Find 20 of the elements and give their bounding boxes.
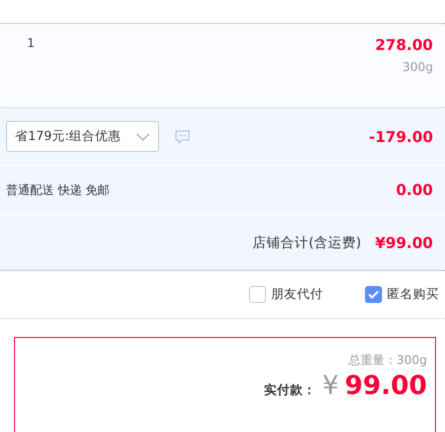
chevron-down-icon xyxy=(136,132,150,140)
checkbox[interactable] xyxy=(249,286,266,303)
check-icon xyxy=(368,290,379,299)
pay-label: 实付款： xyxy=(264,382,316,399)
shipping-method: 普通配送 快递 免邮 xyxy=(6,182,110,198)
promotion-select[interactable]: 省179元:组合优惠 xyxy=(6,121,159,152)
chat-bubble-icon[interactable] xyxy=(175,130,190,144)
item-quantity: 1 xyxy=(27,36,35,52)
total-weight: 总重量：300g xyxy=(348,352,427,369)
item-price: 278.00 xyxy=(375,36,433,54)
discount-amount: -179.00 xyxy=(368,128,433,146)
item-weight: 300g xyxy=(402,60,433,74)
option-label: 匿名购买 xyxy=(387,286,439,303)
checkbox[interactable] xyxy=(365,286,382,303)
shipping-fee: 0.00 xyxy=(396,181,433,199)
option-label: 朋友代付 xyxy=(271,286,323,303)
currency-symbol: ¥ xyxy=(322,371,339,401)
pay-amount: 99.00 xyxy=(344,371,427,401)
shop-total-label: 店铺合计(含运费) xyxy=(252,234,362,252)
shop-total-amount: ¥99.00 xyxy=(375,234,433,252)
